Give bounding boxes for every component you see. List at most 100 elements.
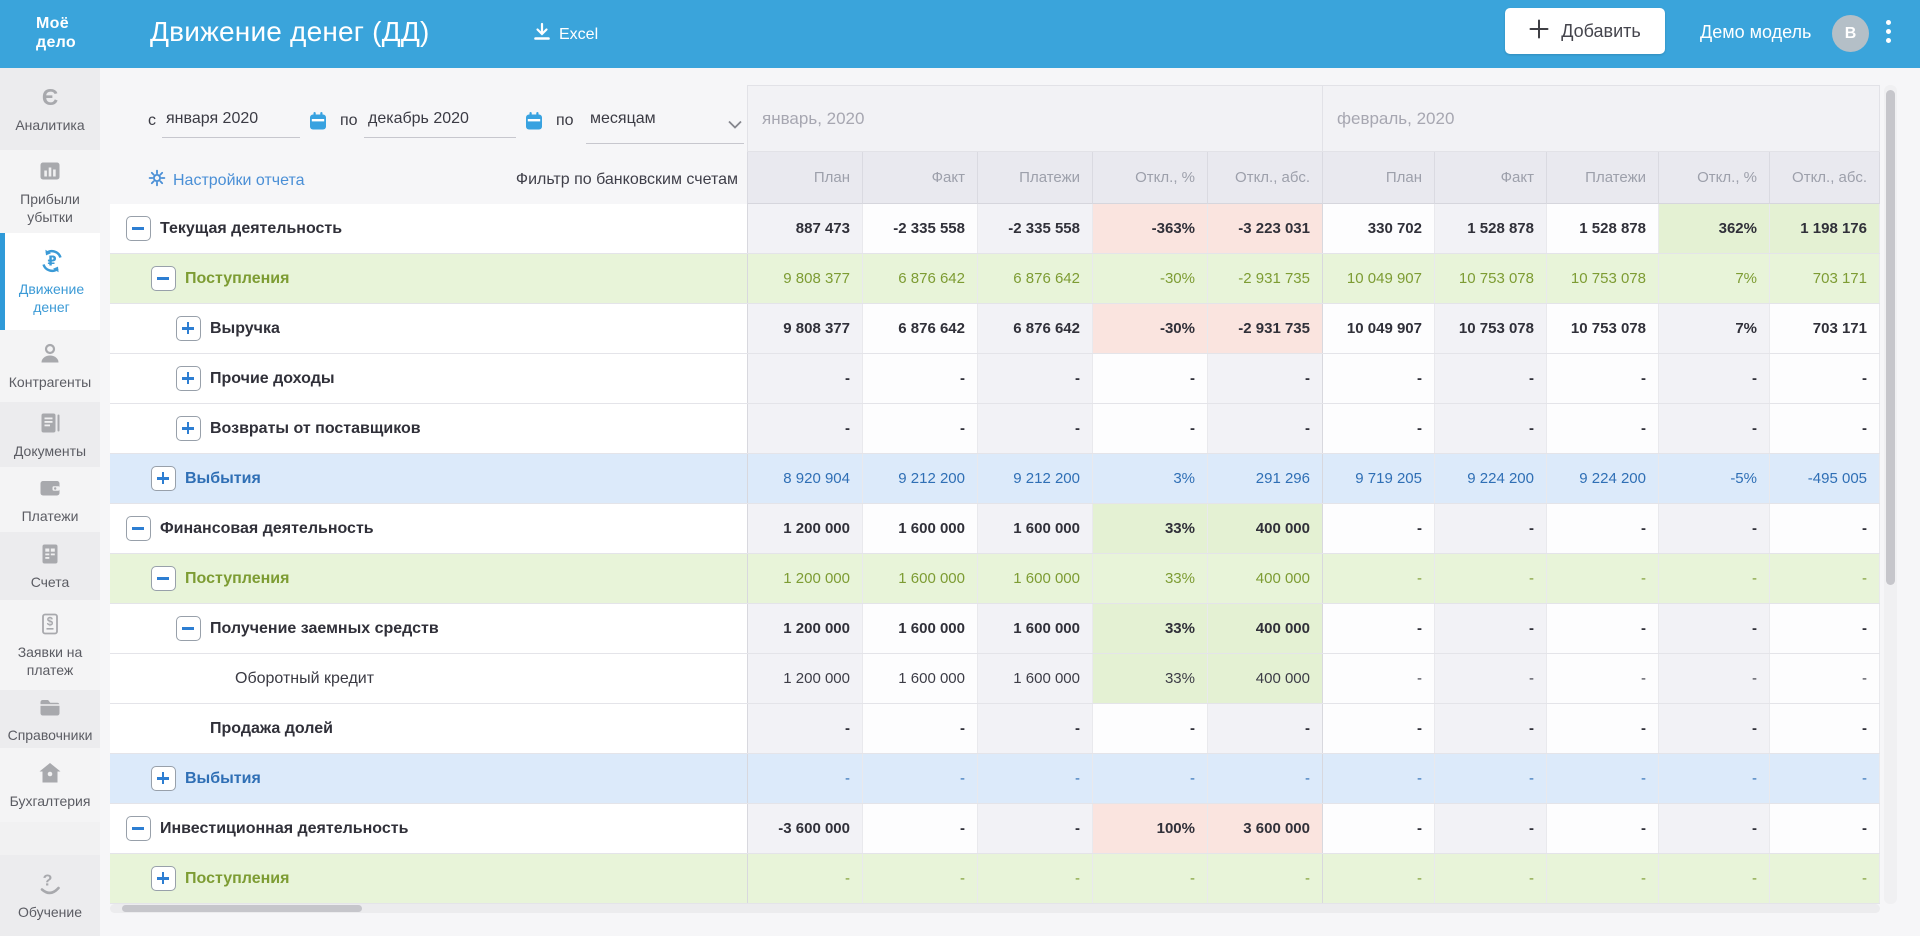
value-cell: -30%	[1092, 304, 1207, 353]
expand-icon[interactable]	[151, 466, 176, 491]
value-cell: -	[1546, 504, 1658, 553]
value-cell: 1 200 000	[747, 604, 862, 653]
value-cell: 10 753 078	[1434, 254, 1546, 303]
sidebar-item-label: Справочники	[8, 726, 93, 744]
value-cell: -	[1092, 854, 1207, 903]
table-row: Продажа долей----------	[110, 704, 1880, 754]
table-row: Инвестиционная деятельность-3 600 000--1…	[110, 804, 1880, 854]
row-label-cell: Финансовая деятельность	[110, 504, 747, 553]
training-icon: ?	[37, 871, 63, 897]
row-label-cell: Поступления	[110, 854, 747, 903]
avatar[interactable]: В	[1832, 15, 1869, 52]
sidebar-item-profit-loss[interactable]: Прибыли убытки	[0, 150, 100, 233]
sidebar-item-analytics[interactable]: ЄАналитика	[0, 68, 100, 150]
value-cell: -	[1546, 754, 1658, 803]
collapse-icon[interactable]	[151, 266, 176, 291]
svg-text:₽: ₽	[47, 253, 56, 268]
value-cell: 9 212 200	[977, 454, 1092, 503]
horizontal-scrollbar[interactable]	[110, 904, 1880, 913]
value-cell: -	[1434, 654, 1546, 703]
excel-export-button[interactable]: Excel	[532, 22, 598, 47]
sidebar-item-counterparties[interactable]: Контрагенты	[0, 330, 100, 402]
sidebar-item-label: Прибыли убытки	[3, 190, 97, 226]
row-label: Получение заемных средств	[210, 620, 439, 638]
sidebar-item-directories[interactable]: Справочники	[0, 690, 100, 748]
value-cell: 1 528 878	[1546, 204, 1658, 253]
value-cell: -	[1434, 854, 1546, 903]
value-cell: -	[1322, 504, 1434, 553]
logo-line2: дело	[36, 33, 76, 52]
model-selector[interactable]: Демо модель	[1700, 22, 1811, 43]
value-cell: 10 753 078	[1546, 254, 1658, 303]
expand-icon[interactable]	[176, 366, 201, 391]
expand-icon[interactable]	[176, 416, 201, 441]
value-cell: -	[1207, 754, 1322, 803]
value-cell: -	[1546, 404, 1658, 453]
collapse-icon[interactable]	[126, 216, 151, 241]
column-header: Платежи	[1546, 152, 1658, 204]
value-cell: -	[1769, 554, 1880, 603]
value-cell: -	[1769, 404, 1880, 453]
add-button[interactable]: Добавить	[1505, 8, 1665, 54]
sidebar-item-documents[interactable]: Документы	[0, 402, 100, 467]
value-cell: 400 000	[1207, 504, 1322, 553]
value-cell: -	[747, 854, 862, 903]
value-cell: -	[862, 354, 977, 403]
value-cell: -	[1658, 604, 1769, 653]
value-cell: 1 200 000	[747, 654, 862, 703]
sidebar-item-cash-flow[interactable]: ₽Движение денег	[0, 233, 100, 330]
table-row: Получение заемных средств 1 200 0001 600 …	[110, 604, 1880, 654]
app-logo[interactable]: Моё дело	[36, 14, 76, 52]
vertical-scrollbar[interactable]	[1884, 85, 1897, 904]
table-row: Оборотный кредит1 200 0001 600 0001 600 …	[110, 654, 1880, 704]
value-cell: -	[862, 404, 977, 453]
sidebar-item-accounting[interactable]: Бухгалтерия	[0, 748, 100, 822]
value-cell: 6 876 642	[977, 254, 1092, 303]
row-label: Прочие доходы	[210, 370, 335, 388]
column-header: Откл., абс.	[1769, 152, 1880, 204]
value-cell: 10 753 078	[1434, 304, 1546, 353]
value-cell: -	[1207, 854, 1322, 903]
value-cell: -	[747, 754, 862, 803]
value-cell: 9 808 377	[747, 254, 862, 303]
payments-icon	[37, 475, 63, 501]
page-title: Движение денег (ДД)	[150, 16, 430, 48]
value-cell: -	[1769, 804, 1880, 853]
collapse-icon[interactable]	[126, 516, 151, 541]
row-label: Выбытия	[185, 470, 261, 488]
value-cell: 1 600 000	[977, 504, 1092, 553]
collapse-icon[interactable]	[126, 816, 151, 841]
vertical-scrollbar-thumb[interactable]	[1886, 90, 1895, 585]
sidebar-item-payment-requests[interactable]: $Заявки на платеж	[0, 600, 100, 690]
value-cell: 1 600 000	[862, 604, 977, 653]
value-cell: -	[977, 804, 1092, 853]
sidebar-item-training[interactable]: ?Обучение	[0, 855, 100, 936]
sidebar-item-label: Бухгалтерия	[10, 792, 91, 810]
value-cell: 33%	[1092, 504, 1207, 553]
collapse-icon[interactable]	[176, 616, 201, 641]
value-cell: 8 920 904	[747, 454, 862, 503]
value-cell: 33%	[1092, 604, 1207, 653]
analytics-icon: Є	[37, 84, 63, 110]
row-label: Поступления	[185, 870, 289, 888]
value-cell: -	[747, 404, 862, 453]
add-button-label: Добавить	[1561, 21, 1641, 42]
expand-icon[interactable]	[176, 316, 201, 341]
sidebar-item-invoices[interactable]: Счета	[0, 532, 100, 600]
sidebar-item-payments[interactable]: Платежи	[0, 467, 100, 532]
expand-icon[interactable]	[151, 866, 176, 891]
row-label-cell: Поступления	[110, 554, 747, 603]
value-cell: -	[1658, 704, 1769, 753]
kebab-menu-icon[interactable]	[1886, 20, 1891, 43]
value-cell: 400 000	[1207, 554, 1322, 603]
value-cell: 6 876 642	[862, 254, 977, 303]
table-body: Текущая деятельность887 473-2 335 558-2 …	[110, 204, 1880, 904]
value-cell: -	[1769, 854, 1880, 903]
value-cell: -	[1092, 754, 1207, 803]
value-cell: 6 876 642	[977, 304, 1092, 353]
collapse-icon[interactable]	[151, 566, 176, 591]
horizontal-scrollbar-thumb[interactable]	[122, 905, 362, 912]
value-cell: -	[1322, 604, 1434, 653]
documents-icon	[37, 410, 63, 436]
expand-icon[interactable]	[151, 766, 176, 791]
